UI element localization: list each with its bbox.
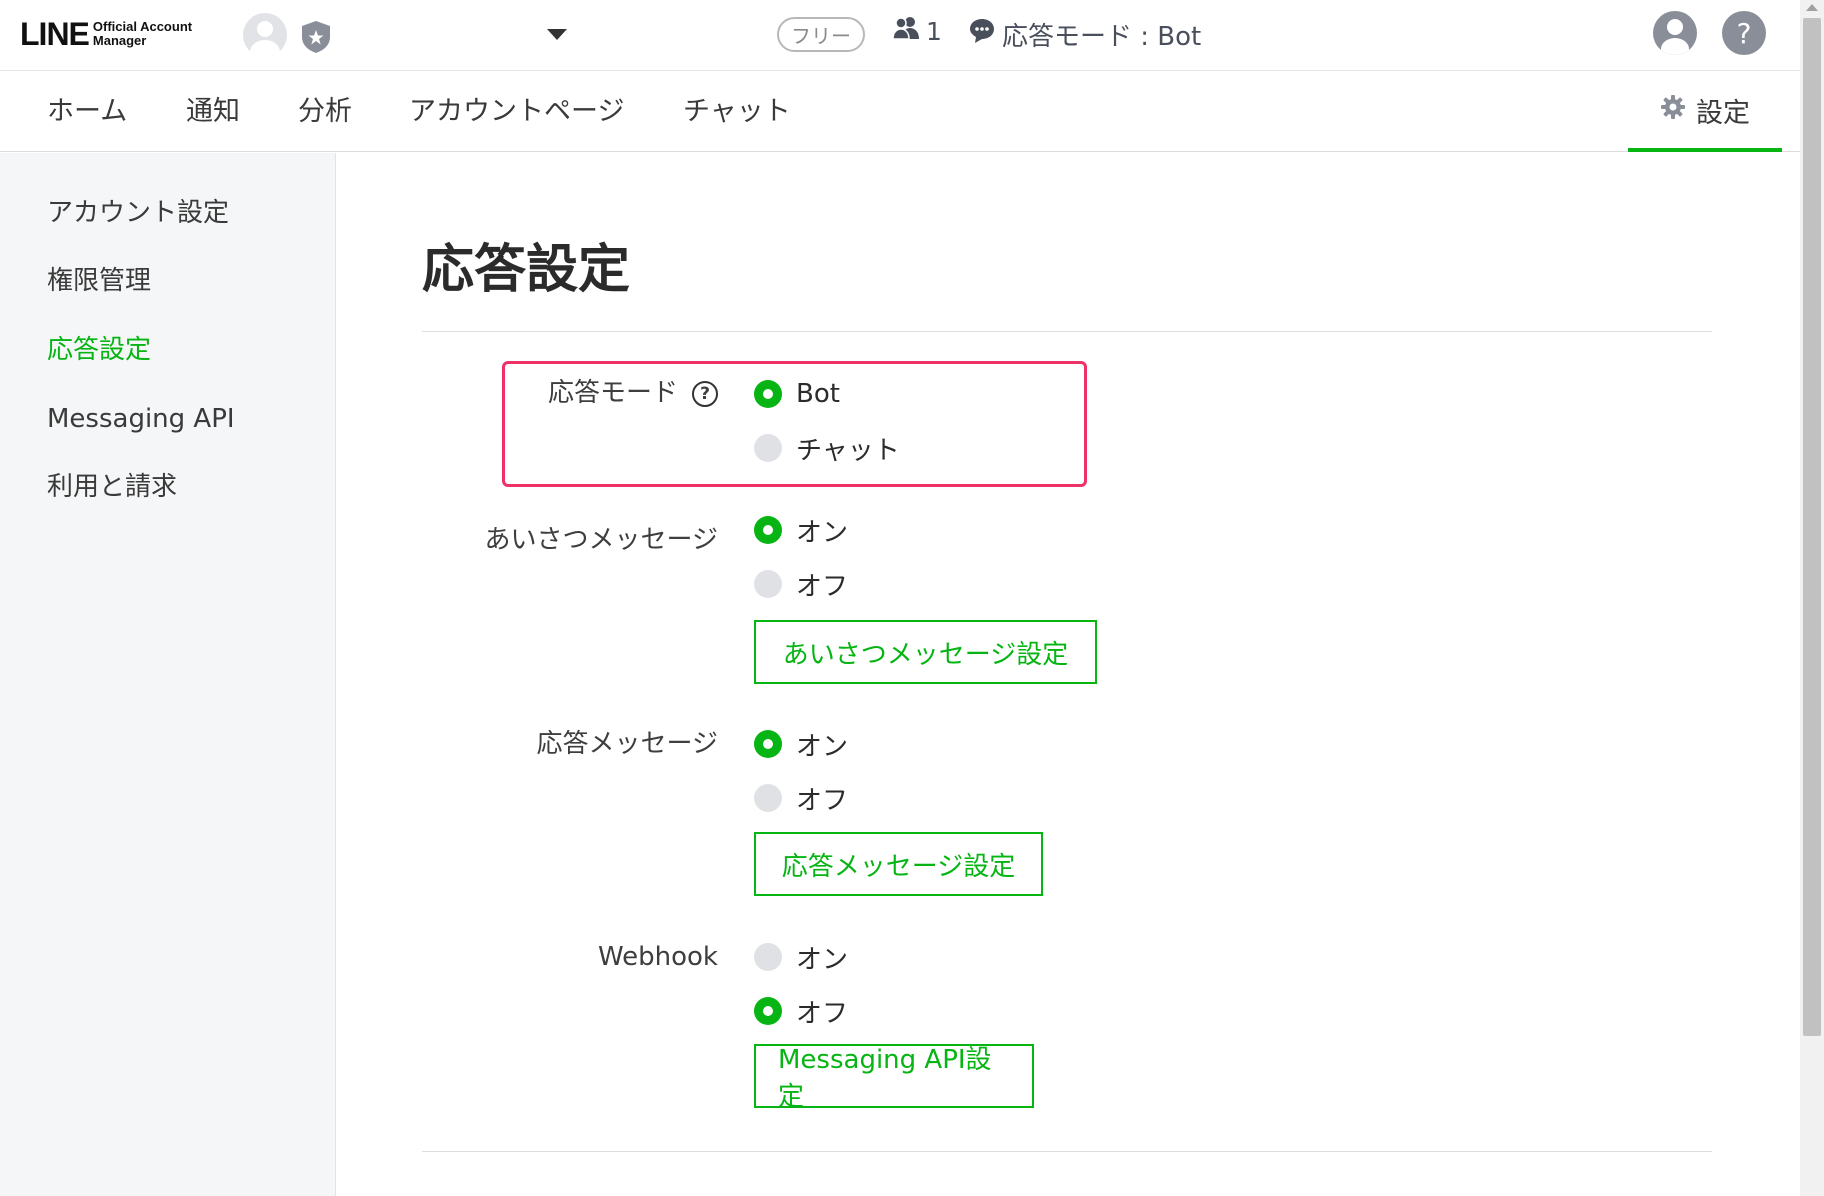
- radio-label: Bot: [796, 379, 840, 409]
- radio-selected-icon[interactable]: [754, 380, 782, 408]
- help-icon[interactable]: ?: [1722, 11, 1766, 55]
- nav-notifications[interactable]: 通知: [186, 94, 240, 130]
- nav-home[interactable]: ホーム: [47, 94, 127, 130]
- friend-count[interactable]: 1: [892, 16, 942, 46]
- sidebar-item-response-settings[interactable]: 応答設定: [47, 332, 151, 368]
- account-dropdown-caret-icon[interactable]: [547, 29, 567, 40]
- friend-count-value: 1: [926, 16, 942, 46]
- bottom-divider: [422, 1151, 1712, 1152]
- response-mode-label-text: 応答モード: [547, 378, 678, 408]
- top-header: LINE Official Account Manager フリー 1 応答モー…: [0, 0, 1800, 71]
- radio-selected-icon[interactable]: [754, 730, 782, 758]
- friends-icon: [892, 16, 926, 46]
- response-mode-indicator[interactable]: 応答モード : Bot: [968, 16, 1201, 53]
- webhook-label: Webhook: [597, 942, 718, 972]
- radio-label: オフ: [796, 998, 849, 1029]
- sidebar-item-account-settings[interactable]: アカウント設定: [47, 195, 229, 231]
- logo-subtitle: Official Account Manager: [93, 20, 192, 48]
- sidebar-item-billing[interactable]: 利用と請求: [47, 469, 177, 505]
- chat-bubble-icon: [968, 17, 1002, 52]
- account-avatar-icon[interactable]: [243, 13, 287, 57]
- radio-unselected-icon[interactable]: [754, 784, 782, 812]
- messaging-api-settings-button[interactable]: Messaging API設定: [754, 1044, 1034, 1112]
- radio-unselected-icon[interactable]: [754, 434, 782, 462]
- sidebar-item-permissions[interactable]: 権限管理: [47, 263, 151, 299]
- radio-response-message-off[interactable]: オフ: [754, 780, 848, 816]
- question-mark-icon[interactable]: ?: [692, 381, 718, 407]
- greeting-message-label: あいさつメッセージ: [484, 525, 718, 555]
- nav-account-page[interactable]: アカウントページ: [409, 94, 624, 130]
- line-logo[interactable]: LINE Official Account Manager: [20, 18, 192, 50]
- logo-subtitle-line-1: Official Account: [92, 19, 193, 34]
- radio-label: オフ: [796, 571, 849, 602]
- settings-sidebar: アカウント設定 権限管理 応答設定 Messaging API 利用と請求: [0, 153, 336, 1196]
- nav-analytics[interactable]: 分析: [298, 94, 352, 130]
- scroll-up-arrow-icon[interactable]: [1806, 4, 1818, 11]
- radio-greeting-on[interactable]: オン: [754, 512, 848, 548]
- radio-label: オフ: [796, 785, 849, 816]
- title-divider: [422, 331, 1712, 332]
- sidebar-item-messaging-api[interactable]: Messaging API: [47, 401, 235, 437]
- gear-icon: [1660, 94, 1696, 127]
- radio-unselected-icon[interactable]: [754, 570, 782, 598]
- user-icon[interactable]: [1653, 11, 1697, 55]
- nav-settings[interactable]: 設定: [1628, 72, 1782, 152]
- radio-response-mode-bot[interactable]: Bot: [754, 376, 840, 412]
- logo-wordmark: LINE: [20, 16, 90, 52]
- response-mode-label: 応答モード?: [548, 375, 718, 411]
- shield-star-icon: [300, 20, 332, 58]
- nav-chat[interactable]: チャット: [683, 94, 791, 130]
- page-scrollbar[interactable]: [1800, 0, 1824, 1196]
- radio-label: オン: [796, 517, 849, 548]
- radio-response-mode-chat[interactable]: チャット: [754, 430, 900, 466]
- radio-selected-icon[interactable]: [754, 516, 782, 544]
- main-navigation: ホーム 通知 分析 アカウントページ チャット 設定: [0, 72, 1800, 152]
- radio-webhook-off[interactable]: オフ: [754, 993, 848, 1029]
- radio-label: オン: [796, 731, 849, 762]
- logo-subtitle-line-2: Manager: [92, 33, 147, 48]
- response-mode-text: 応答モード : Bot: [1002, 22, 1202, 52]
- radio-label: チャット: [796, 435, 900, 466]
- response-message-settings-button[interactable]: 応答メッセージ設定: [754, 832, 1043, 896]
- response-message-label: 応答メッセージ: [536, 729, 718, 759]
- greeting-settings-button[interactable]: あいさつメッセージ設定: [754, 620, 1097, 684]
- radio-webhook-on[interactable]: オン: [754, 939, 848, 975]
- radio-selected-icon[interactable]: [754, 997, 782, 1025]
- radio-response-message-on[interactable]: オン: [754, 726, 848, 762]
- radio-greeting-off[interactable]: オフ: [754, 566, 848, 602]
- radio-label: オン: [796, 944, 849, 975]
- page-title: 応答設定: [422, 240, 631, 300]
- plan-badge: フリー: [777, 17, 865, 52]
- scrollbar-thumb[interactable]: [1803, 18, 1821, 1036]
- nav-settings-label: 設定: [1696, 97, 1750, 129]
- radio-unselected-icon[interactable]: [754, 943, 782, 971]
